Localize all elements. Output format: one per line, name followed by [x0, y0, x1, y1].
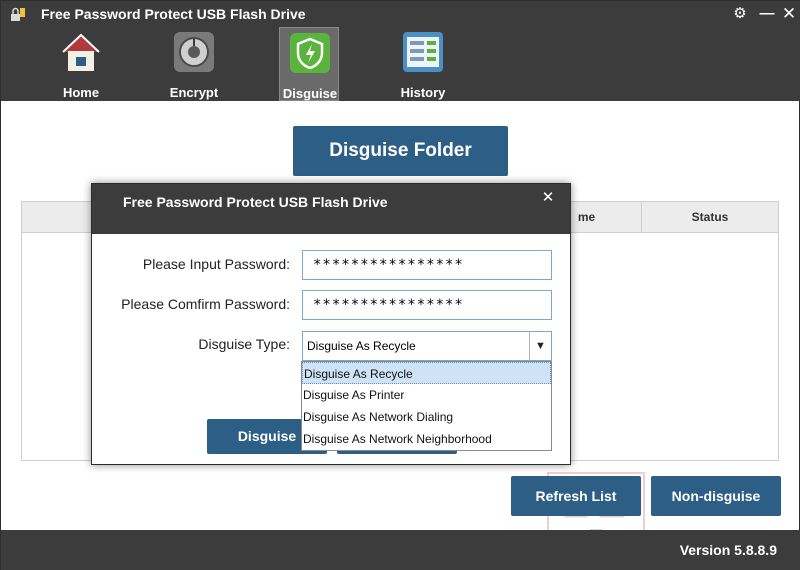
nav-home[interactable]: Home [51, 27, 111, 101]
status-bar: Version 5.8.8.9 [1, 530, 800, 570]
nav-disguise-label: Disguise [282, 86, 338, 101]
history-list-icon [403, 32, 443, 72]
dialog-title: Free Password Protect USB Flash Drive [123, 194, 388, 210]
column-header-status[interactable]: Status [642, 202, 778, 233]
disguise-folder-button[interactable]: Disguise Folder [293, 126, 508, 176]
header-toolbar: Free Password Protect USB Flash Drive ⚙ … [1, 1, 800, 101]
nav-history[interactable]: History [393, 27, 453, 101]
app-title: Free Password Protect USB Flash Drive [41, 6, 306, 22]
app-window: Free Password Protect USB Flash Drive ⚙ … [0, 0, 800, 570]
close-icon[interactable]: ✕ [779, 4, 799, 24]
safe-icon [174, 32, 214, 72]
minimize-icon[interactable]: — [757, 4, 777, 24]
password-label: Please Input Password: [142, 256, 290, 272]
disguise-type-dropdown: Disguise As Recycle Disguise As Printer … [301, 361, 552, 451]
confirm-password-label: Please Comfirm Password: [121, 296, 290, 312]
disguise-shield-icon [290, 33, 330, 73]
disguise-type-selected-value: Disguise As Recycle [307, 339, 416, 353]
dialog-close-icon[interactable]: ✕ [540, 189, 556, 207]
confirm-password-input[interactable] [302, 290, 552, 320]
dropdown-option-network-neighborhood[interactable]: Disguise As Network Neighborhood [302, 428, 551, 450]
settings-icon[interactable]: ⚙ [730, 4, 750, 24]
version-label: Version 5.8.8.9 [679, 542, 777, 558]
nav-home-label: Home [62, 85, 100, 100]
password-input[interactable] [302, 250, 552, 280]
lock-app-icon [11, 7, 25, 21]
disguise-type-label: Disguise Type: [198, 336, 290, 352]
nav-encrypt[interactable]: Encrypt [164, 27, 224, 101]
nav-disguise[interactable]: Disguise [279, 27, 339, 101]
chevron-down-icon[interactable]: ▼ [529, 332, 551, 360]
dialog-titlebar[interactable]: Free Password Protect USB Flash Drive ✕ [92, 184, 570, 234]
nav-encrypt-label: Encrypt [169, 85, 219, 100]
disguise-type-select[interactable]: Disguise As Recycle ▼ [302, 331, 552, 361]
home-icon [62, 33, 100, 71]
dropdown-option-network-dialing[interactable]: Disguise As Network Dialing [302, 406, 551, 428]
non-disguise-button[interactable]: Non-disguise [651, 476, 781, 516]
refresh-list-button[interactable]: Refresh List [511, 476, 641, 516]
nav-history-label: History [400, 85, 446, 100]
dropdown-option-printer[interactable]: Disguise As Printer [302, 384, 551, 406]
dropdown-option-recycle[interactable]: Disguise As Recycle [302, 362, 551, 384]
